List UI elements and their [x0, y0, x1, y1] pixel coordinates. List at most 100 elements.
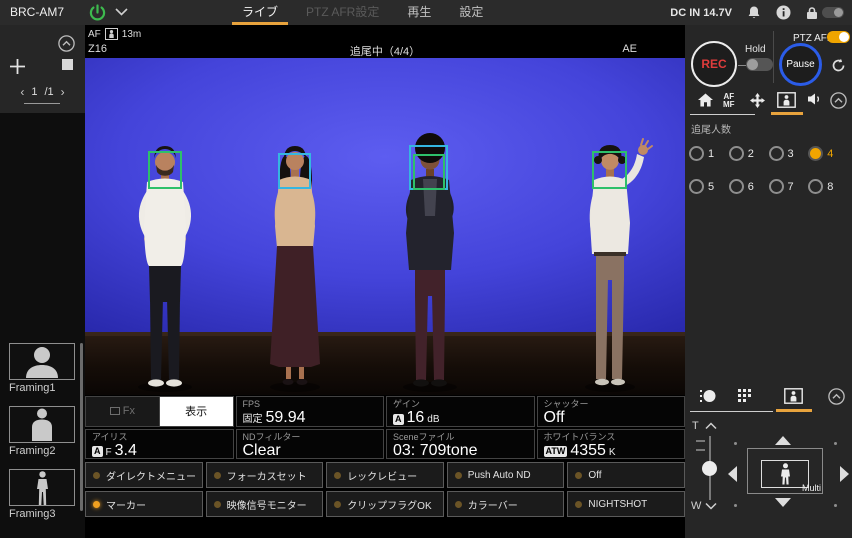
scene-value: 03: 709tone: [393, 442, 478, 460]
stop-icon[interactable]: [62, 59, 73, 70]
led-indicator: [575, 501, 582, 508]
tracking-count-4[interactable]: 4: [808, 146, 848, 161]
tab-ptz-afr-settings[interactable]: PTZ AFR設定: [292, 0, 393, 25]
pan-tilt-icon[interactable]: [749, 92, 766, 109]
zoom-tick: [696, 440, 705, 442]
chevron-down-icon[interactable]: [115, 7, 128, 16]
home-icon[interactable]: [697, 92, 714, 108]
color-bars-button[interactable]: カラーバー: [447, 491, 565, 517]
push-auto-nd-button[interactable]: Push Auto ND: [447, 462, 565, 488]
collapse-controls-icon[interactable]: [828, 388, 845, 405]
tab-playback[interactable]: 再生: [393, 0, 445, 25]
marker-button[interactable]: マーカー: [85, 491, 203, 517]
tracking-count-5[interactable]: 5: [689, 179, 729, 194]
zoom-wide-label: W: [691, 500, 701, 512]
zoom-tele-icon[interactable]: [705, 422, 717, 430]
zoom-wide-icon[interactable]: [705, 502, 717, 510]
led-indicator: [334, 501, 341, 508]
control-mode-icon-row: AFMF: [685, 88, 852, 115]
hold-label: Hold: [745, 44, 766, 55]
preset-grid-icon[interactable]: [737, 388, 752, 403]
focus-set-button[interactable]: フォーカスセット: [206, 462, 324, 488]
pagination-underline: [24, 103, 60, 104]
tilt-up-arrow[interactable]: [775, 436, 791, 445]
tracking-count-8[interactable]: 8: [808, 179, 848, 194]
camera-info-bar: Fx 表示 FPS 固定59.94 ゲイン A16dB シャッター Off アイ…: [85, 396, 685, 459]
nightshot-button[interactable]: NIGHTSHOT: [567, 491, 685, 517]
tab-settings[interactable]: 設定: [445, 0, 497, 25]
collapse-panel-icon[interactable]: [58, 35, 75, 52]
sidebar-scrollbar[interactable]: [80, 343, 83, 511]
off-button[interactable]: Off: [567, 462, 685, 488]
restart-tracking-icon[interactable]: [831, 58, 846, 73]
tracking-status: 追尾中（4/4）: [85, 43, 685, 59]
tracking-count-label: 追尾人数: [691, 121, 852, 136]
power-icon[interactable]: [88, 3, 107, 22]
auto-framing-icon[interactable]: [777, 92, 796, 108]
person-preview-icon: [780, 463, 791, 485]
camera-video-feed[interactable]: [85, 58, 685, 395]
framing-label: Framing1: [9, 382, 85, 394]
af-mf-icon[interactable]: AFMF: [723, 93, 735, 109]
iris-prefix: F: [106, 444, 112, 460]
pause-button[interactable]: Pause: [779, 43, 822, 86]
add-framing-icon[interactable]: [8, 57, 27, 76]
tracking-count-1[interactable]: 1: [689, 146, 729, 161]
lock-toggle[interactable]: [822, 7, 844, 18]
pan-left-arrow[interactable]: [728, 466, 737, 482]
iris-cell: アイリス AF3.4: [85, 429, 234, 460]
power-source-label: DC IN 14.7V: [670, 7, 732, 19]
wb-cell: ホワイトバランス ATW4355K: [537, 429, 686, 460]
nd-value: Clear: [243, 442, 281, 460]
page-prev-icon[interactable]: ‹: [20, 85, 24, 99]
rec-button[interactable]: REC: [691, 41, 737, 87]
multi-view-frame[interactable]: Multi: [747, 448, 823, 494]
zoom-slider-thumb[interactable]: [702, 461, 717, 476]
gain-unit: dB: [427, 411, 439, 427]
diagonal-dot[interactable]: [734, 504, 737, 507]
info-icon[interactable]: [776, 5, 791, 20]
framing3-thumbnail[interactable]: [9, 469, 75, 506]
display-button[interactable]: 表示: [160, 397, 233, 426]
clip-flag-ok-button[interactable]: クリップフラグOK: [326, 491, 444, 517]
tracking-count-6[interactable]: 6: [729, 179, 769, 194]
shutter-value: Off: [544, 409, 565, 427]
framing1-thumbnail[interactable]: [9, 343, 75, 380]
hold-toggle[interactable]: [746, 58, 773, 71]
led-indicator: [575, 472, 582, 479]
pan-right-arrow[interactable]: [840, 466, 849, 482]
diagonal-dot[interactable]: [734, 442, 737, 445]
diagonal-dot[interactable]: [834, 442, 837, 445]
shutter-label: シャッター: [544, 399, 679, 409]
fx-button[interactable]: Fx: [86, 397, 160, 426]
rec-review-button[interactable]: レックレビュー: [326, 462, 444, 488]
speaker-icon[interactable]: [807, 92, 822, 106]
tracking-count-3[interactable]: 3: [769, 146, 809, 161]
collapse-section-icon[interactable]: [830, 92, 847, 109]
tilt-down-arrow[interactable]: [775, 498, 791, 507]
tracking-count-options: 1 2 3 4 5 6 7 8: [689, 146, 848, 194]
page-next-icon[interactable]: ›: [61, 85, 65, 99]
ae-label: AE: [622, 43, 637, 55]
lock-icon: [806, 6, 818, 20]
trackball-icon[interactable]: [699, 388, 717, 404]
video-signal-monitor-button[interactable]: 映像信号モニター: [206, 491, 324, 517]
direct-menu-button[interactable]: ダイレクトメニュー: [85, 462, 203, 488]
framing2-thumbnail[interactable]: [9, 406, 75, 443]
tracking-count-2[interactable]: 2: [729, 146, 769, 161]
monitor-icon: [110, 407, 120, 415]
af-label: AF: [88, 29, 101, 40]
bell-icon[interactable]: [747, 5, 761, 20]
tracking-count-7[interactable]: 7: [769, 179, 809, 194]
ptz-control-tabs: [685, 385, 852, 412]
tab-live[interactable]: ライブ: [228, 0, 292, 25]
led-indicator: [455, 472, 462, 479]
auto-framing-tab-icon[interactable]: [784, 388, 803, 404]
fps-mode: 固定: [243, 411, 263, 427]
hold-connector: [738, 65, 746, 66]
ptz-afr-toggle[interactable]: [827, 31, 850, 43]
nd-label: NDフィルター: [243, 432, 378, 442]
gain-label: ゲイン: [393, 399, 528, 409]
panel-divider: [773, 31, 774, 83]
diagonal-dot[interactable]: [834, 504, 837, 507]
